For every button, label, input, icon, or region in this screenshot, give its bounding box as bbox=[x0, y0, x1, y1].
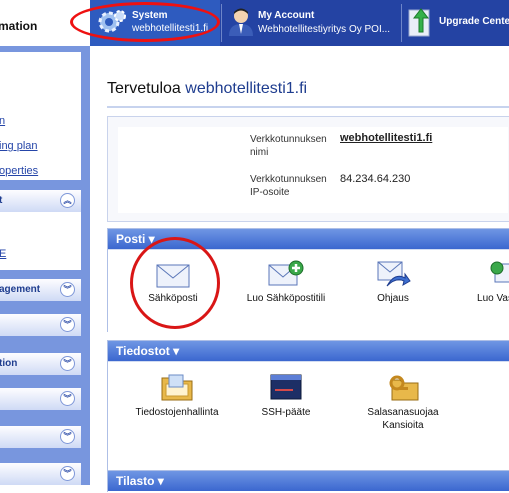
forwarding-label: Ohjaus bbox=[377, 293, 409, 304]
panel-tilasto-header[interactable]: Tilasto ▾ bbox=[108, 471, 509, 491]
title-divider bbox=[107, 106, 509, 108]
sidebar-section-management[interactable]: agement ︾ bbox=[0, 279, 81, 301]
sidebar-link-2[interactable]: ing plan bbox=[0, 140, 38, 152]
tab-system-subtitle: webhotellitesti1.fi bbox=[132, 23, 209, 34]
domain-info-inner: Verkkotunnuksen nimi webhotellitesti1.fi… bbox=[118, 127, 508, 213]
sidebar-panel: E bbox=[0, 212, 81, 270]
password-protect-label: Salasanasuojaa Kansioita bbox=[367, 407, 439, 431]
autoresponder-item[interactable]: Luo Vas bbox=[460, 260, 509, 305]
domain-name-value[interactable]: webhotellitesti1.fi bbox=[340, 132, 432, 144]
panel-posti-title: Posti ▾ bbox=[116, 232, 155, 246]
chevron-down-icon[interactable]: ︾ bbox=[60, 282, 75, 297]
tab-upgrade-center[interactable]: Upgrade Cente bbox=[402, 0, 509, 46]
tab-my-account-title: My Account bbox=[258, 10, 315, 21]
tab-my-account[interactable]: My Account Webhotellitestiyritys Oy POI.… bbox=[222, 0, 400, 46]
panel-tilasto: Tilasto ▾ bbox=[107, 470, 509, 491]
chevron-up-icon[interactable]: ︽ bbox=[60, 193, 75, 208]
envelope-reply-icon bbox=[490, 261, 509, 283]
sidebar-section[interactable]: ︾ bbox=[0, 463, 81, 485]
tab-upgrade-title: Upgrade Cente bbox=[439, 16, 509, 27]
envelope-add-icon bbox=[268, 260, 304, 286]
forward-mail-icon bbox=[377, 261, 411, 287]
folder-icon bbox=[161, 374, 193, 401]
tab-system-title: System bbox=[132, 10, 168, 21]
email-label: Sähköposti bbox=[148, 293, 198, 304]
create-email-label: Luo Sähköpostitili bbox=[246, 293, 326, 304]
chevron-down-icon[interactable]: ︾ bbox=[60, 429, 75, 444]
chevron-down-icon[interactable]: ︾ bbox=[60, 391, 75, 406]
panel-tilasto-title: Tilasto ▾ bbox=[116, 474, 164, 488]
tab-my-account-subtitle: Webhotellitestiyritys Oy POI... bbox=[258, 24, 391, 35]
panel-tiedostot-title: Tiedostot ▾ bbox=[116, 344, 180, 358]
sidebar-link-3[interactable]: operties bbox=[0, 165, 38, 177]
terminal-icon bbox=[270, 374, 302, 400]
brand-area: mation bbox=[0, 0, 90, 46]
main-content: Tervetuloa webhotellitesti1.fi Verkkotun… bbox=[90, 46, 509, 493]
sidebar-section[interactable]: ︾ bbox=[0, 388, 81, 410]
user-icon bbox=[229, 8, 253, 36]
top-navigation-bar: mation System webhotellitesti1.fi My Acc… bbox=[0, 0, 509, 46]
lock-folder-icon bbox=[389, 375, 419, 401]
upgrade-icon bbox=[408, 8, 430, 37]
chevron-down-icon[interactable]: ︾ bbox=[60, 317, 75, 332]
gear-icon bbox=[98, 10, 126, 33]
ssh-terminal-label: SSH-pääte bbox=[261, 407, 311, 418]
chevron-down-icon[interactable]: ︾ bbox=[60, 466, 75, 481]
page-title: Tervetuloa webhotellitesti1.fi bbox=[107, 80, 307, 98]
email-item[interactable]: Sähköposti bbox=[128, 264, 218, 305]
ssh-terminal-item[interactable]: SSH-pääte bbox=[241, 372, 331, 419]
tab-system[interactable]: System webhotellitesti1.fi bbox=[90, 0, 220, 46]
panel-tiedostot-header[interactable]: Tiedostot ▾ bbox=[108, 341, 509, 361]
domain-ip-value: 84.234.64.230 bbox=[340, 173, 411, 185]
file-manager-item[interactable]: Tiedostojenhallinta bbox=[122, 372, 232, 419]
sidebar-section-title: t bbox=[0, 195, 3, 206]
panel-posti-header[interactable]: Posti ▾ bbox=[108, 229, 509, 249]
sidebar-section-header[interactable]: t ︽ bbox=[0, 190, 81, 212]
welcome-prefix: Tervetuloa bbox=[107, 80, 186, 97]
brand-title: mation bbox=[0, 19, 38, 33]
domain-ip-label: Verkkotunnuksen IP-osoite bbox=[250, 174, 327, 198]
chevron-down-icon[interactable]: ︾ bbox=[60, 356, 75, 371]
welcome-domain: webhotellitesti1.fi bbox=[185, 80, 308, 97]
sidebar-panel: n ing plan operties bbox=[0, 52, 81, 180]
sidebar: n ing plan operties t ︽ E agement ︾ ︾ ti… bbox=[0, 46, 90, 485]
password-protect-item[interactable]: Salasanasuojaa Kansioita bbox=[358, 372, 448, 432]
sidebar-link-1[interactable]: n bbox=[0, 115, 5, 127]
panel-posti-body: Sähköposti Luo Sähköpostitili Ohjaus Luo… bbox=[108, 249, 509, 333]
sidebar-section-title: agement bbox=[0, 284, 41, 295]
sidebar-section[interactable]: ︾ bbox=[0, 314, 81, 336]
sidebar-section-tion[interactable]: tion ︾ bbox=[0, 353, 81, 375]
autoresponder-label: Luo Vas bbox=[477, 293, 509, 304]
sidebar-link-4[interactable]: E bbox=[0, 248, 6, 260]
forwarding-item[interactable]: Ohjaus bbox=[348, 260, 438, 305]
sidebar-section-title: tion bbox=[0, 358, 18, 369]
domain-name-label: Verkkotunnuksen nimi bbox=[250, 134, 327, 158]
panel-posti: Posti ▾ Sähköposti Luo Sähköpostitili Oh… bbox=[107, 228, 509, 333]
envelope-icon bbox=[156, 264, 190, 288]
create-email-item[interactable]: Luo Sähköpostitili bbox=[241, 260, 331, 305]
domain-info-box: Verkkotunnuksen nimi webhotellitesti1.fi… bbox=[107, 116, 509, 222]
file-manager-label: Tiedostojenhallinta bbox=[135, 407, 219, 418]
sidebar-section[interactable]: ︾ bbox=[0, 426, 81, 448]
